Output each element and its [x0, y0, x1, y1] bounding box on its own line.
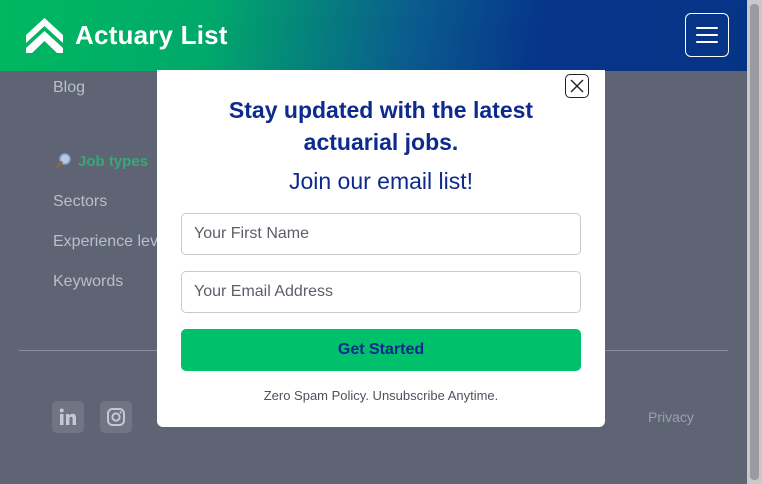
headline-line-2: actuarial jobs.: [303, 129, 459, 155]
headline-line-1: Stay updated with the latest: [228, 97, 534, 123]
close-icon: [570, 79, 584, 93]
chevron-logo-icon: [26, 18, 63, 53]
page-scrollbar[interactable]: [747, 0, 762, 484]
newsletter-modal: Stay updated with the latest actuarial j…: [157, 70, 605, 427]
nav-link-experience[interactable]: Experience lev: [53, 233, 158, 251]
site-logo[interactable]: Actuary List: [26, 18, 228, 53]
get-started-button[interactable]: Get Started: [181, 329, 581, 371]
menu-bar: [696, 27, 718, 29]
menu-bar: [696, 41, 718, 43]
linkedin-link[interactable]: [52, 401, 84, 433]
menu-bar: [696, 34, 718, 36]
nav-link-sectors[interactable]: Sectors: [53, 193, 107, 211]
scrollbar-thumb[interactable]: [750, 4, 759, 480]
email-field[interactable]: [181, 271, 581, 313]
instagram-icon: [107, 408, 125, 426]
modal-headline: Stay updated with the latest actuarial j…: [157, 94, 605, 158]
modal-subheadline: Join our email list!: [288, 168, 474, 194]
nav-section-job-types[interactable]: Job types: [55, 152, 148, 170]
linkedin-icon: [59, 408, 76, 425]
instagram-link[interactable]: [100, 401, 132, 433]
menu-toggle-button[interactable]: [685, 13, 729, 57]
first-name-field[interactable]: [181, 213, 581, 255]
spam-policy-text: Zero Spam Policy. Unsubscribe Anytime.: [263, 388, 499, 403]
site-header: Actuary List: [0, 0, 747, 71]
nav-link-keywords[interactable]: Keywords: [53, 273, 123, 291]
footer-link-privacy[interactable]: Privacy: [648, 409, 694, 425]
nav-link-blog[interactable]: Blog: [53, 79, 85, 97]
brand-name: Actuary List: [75, 20, 228, 50]
magnifier-icon: [55, 153, 71, 169]
job-types-label: Job types: [78, 152, 149, 170]
